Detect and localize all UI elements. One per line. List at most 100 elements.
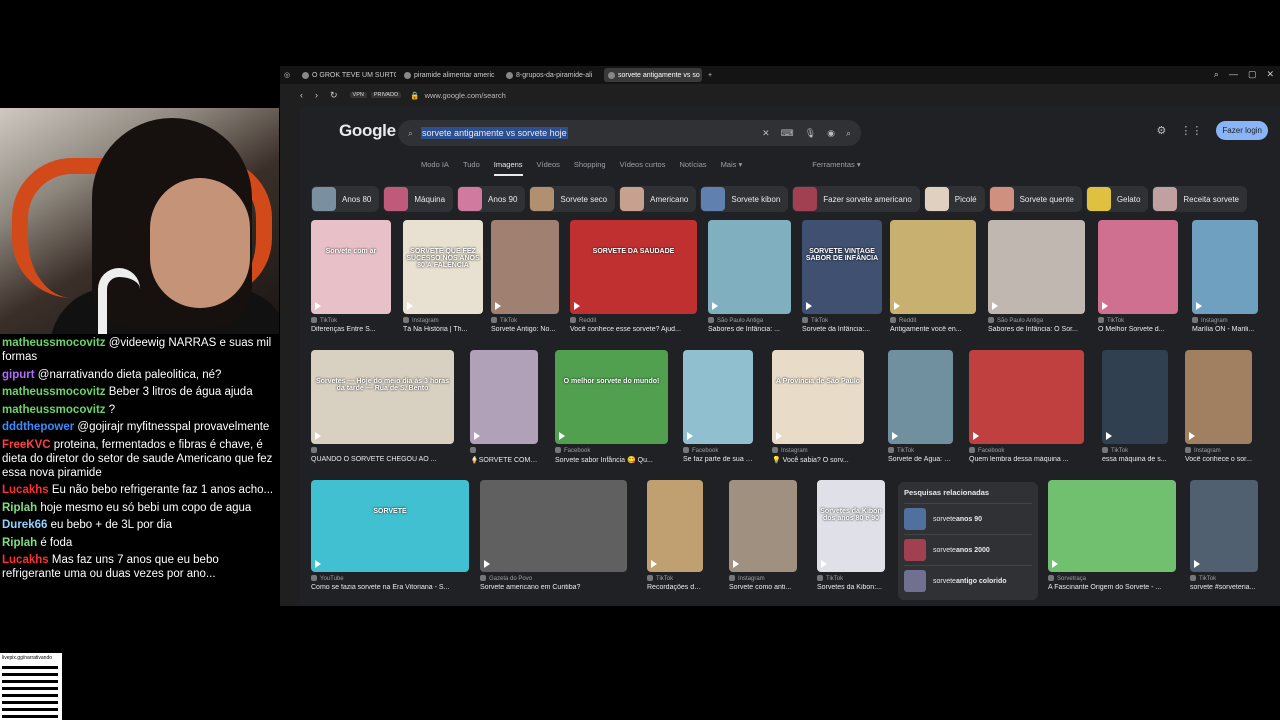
search-tabs-icon[interactable]: ⌕	[1214, 69, 1219, 80]
result-title[interactable]: Você conhece o sor...	[1185, 456, 1252, 463]
chat-username[interactable]: Durek66	[2, 519, 47, 531]
result-thumbnail[interactable]	[491, 220, 559, 314]
result-thumbnail[interactable]: SORVETE VINTAGE SABOR DE INFÂNCIA	[802, 220, 882, 314]
refine-chip[interactable]: Anos 80	[311, 186, 380, 212]
result-title[interactable]: Como se fazia sorvete na Era Vitoriana -…	[311, 584, 469, 591]
back-icon[interactable]: ‹	[300, 90, 303, 100]
google-logo[interactable]: Google	[339, 121, 396, 141]
url-field[interactable]: www.google.com/search	[425, 91, 506, 100]
result-thumbnail[interactable]	[890, 220, 976, 314]
refine-chip[interactable]: Gelato	[1085, 186, 1149, 212]
image-result[interactable]: TikTok Recordações de S...	[647, 480, 703, 591]
result-thumbnail[interactable]: Sorvetes — Hoje do meio dia às 3 horas d…	[311, 350, 454, 444]
browser-menu-icon[interactable]: ◎	[280, 71, 294, 79]
image-result[interactable]: Gazeta do Povo Sorvete americano em Curit…	[480, 480, 627, 591]
result-thumbnail[interactable]	[1192, 220, 1258, 314]
result-thumbnail[interactable]	[1185, 350, 1252, 444]
result-title[interactable]: essa máquina de s...	[1102, 456, 1168, 463]
image-result[interactable]: Instagram Você conhece o sor...	[1185, 350, 1252, 463]
result-title[interactable]: Sorvete da Infância:...	[802, 326, 882, 333]
mic-icon[interactable]: 🎙	[805, 128, 816, 139]
image-result[interactable]: Facebook Quem lembra dessa máquina ...	[969, 350, 1084, 463]
result-title[interactable]: O Melhor Sorvete d...	[1098, 326, 1178, 333]
refine-chip[interactable]: Receita sorvete	[1152, 186, 1247, 212]
result-title[interactable]: 🍦SORVETE COM ...	[470, 456, 538, 464]
chat-username[interactable]: matheussmocovitz	[2, 337, 106, 349]
result-title[interactable]: Você conhece esse sorvete? Ajud...	[570, 326, 697, 333]
result-thumbnail[interactable]: SORVETE DA SAUDADE	[570, 220, 697, 314]
search-tab[interactable]: Shopping	[574, 160, 606, 176]
image-result[interactable]: TikTok Sorvete Antigo: No...	[491, 220, 559, 333]
image-result[interactable]: Sorvetraça A Fascinante Origem do Sorvete…	[1048, 480, 1176, 591]
image-result[interactable]: TikTok sorvete #sorveteria...	[1190, 480, 1258, 591]
search-tab[interactable]: Ferramentas ▾	[812, 160, 860, 176]
image-result[interactable]: Sorvetes da Kibon dos anos 80 e 90 TikTok…	[817, 480, 885, 591]
result-thumbnail[interactable]	[683, 350, 753, 444]
result-title[interactable]: Sorvete de Água: N...	[888, 456, 953, 463]
result-thumbnail[interactable]	[1102, 350, 1168, 444]
result-thumbnail[interactable]	[470, 350, 538, 444]
image-result[interactable]: São Paulo Antiga Sabores de Infância: O S…	[988, 220, 1085, 333]
result-title[interactable]: Sabores de Infância: O Sor...	[988, 326, 1085, 333]
search-tab[interactable]: Tudo	[463, 160, 480, 176]
related-item[interactable]: sorvete anos 2000	[904, 534, 1032, 565]
refine-chip[interactable]: Fazer sorvete americano	[792, 186, 920, 212]
refine-chip[interactable]: Picolé	[923, 186, 985, 212]
lens-icon[interactable]: ◉	[827, 128, 835, 139]
result-thumbnail[interactable]: A Província de São Paulo	[772, 350, 864, 444]
chat-username[interactable]: Riplah	[2, 537, 37, 549]
result-thumbnail[interactable]: SORVETE QUE FEZ SUCESSO NOS ANOS 80 À FA…	[403, 220, 483, 314]
chat-username[interactable]: gipurt	[2, 369, 35, 381]
chat-username[interactable]: Riplah	[2, 502, 37, 514]
image-result[interactable]: SORVETE YouTube Como se fazia sorvete na E…	[311, 480, 469, 591]
result-title[interactable]: Recordações de S...	[647, 584, 703, 591]
image-result[interactable]: Sorvete com ar TikTok Diferenças Entre S..…	[311, 220, 391, 333]
image-result[interactable]: Reddit Antigamente você en...	[890, 220, 976, 333]
reload-icon[interactable]: ↻	[330, 90, 338, 101]
result-thumbnail[interactable]	[969, 350, 1084, 444]
result-title[interactable]: Sorvete americano em Curitiba?	[480, 584, 627, 591]
chat-username[interactable]: matheussmocovitz	[2, 404, 106, 416]
search-tab[interactable]: Imagens	[493, 160, 523, 176]
result-thumbnail[interactable]	[1048, 480, 1176, 572]
image-result[interactable]: SORVETE VINTAGE SABOR DE INFÂNCIA TikTok S…	[802, 220, 882, 333]
result-thumbnail[interactable]: O melhor sorvete do mundo!	[555, 350, 668, 444]
image-result[interactable]: Instagram Marília ON - Marili...	[1192, 220, 1258, 333]
search-box[interactable]: ⌕ sorvete antigamente vs sorvete hoje ✕ …	[398, 120, 861, 146]
login-button[interactable]: Fazer login	[1216, 121, 1268, 140]
image-result[interactable]: 🍦SORVETE COM ...	[470, 350, 538, 464]
browser-tab[interactable]: sorvete antigamente vs so	[604, 68, 702, 82]
result-thumbnail[interactable]	[480, 480, 627, 572]
related-item[interactable]: sorvete anos 90	[904, 503, 1032, 534]
search-tab[interactable]: Mais ▾	[721, 160, 743, 176]
search-submit-icon[interactable]: ⌕	[846, 128, 851, 139]
image-result[interactable]: TikTok essa máquina de s...	[1102, 350, 1168, 463]
chat-username[interactable]: Lucakhs	[2, 554, 49, 566]
result-thumbnail[interactable]	[988, 220, 1085, 314]
result-title[interactable]: Diferenças Entre S...	[311, 326, 391, 333]
chat-username[interactable]: FreeKVC	[2, 439, 51, 451]
apps-icon[interactable]: ⋮⋮	[1180, 124, 1202, 137]
result-title[interactable]: Sorvete como anti...	[729, 584, 797, 591]
image-result[interactable]: SORVETE DA SAUDADE Reddit Você conhece ess…	[570, 220, 697, 333]
refine-chip[interactable]: Sorvete kibon	[700, 186, 789, 212]
forward-icon[interactable]: ›	[315, 90, 318, 100]
vpn-badge[interactable]: VPN	[349, 92, 367, 98]
result-title[interactable]: Sorvete Antigo: No...	[491, 326, 559, 333]
result-title[interactable]: Marília ON - Marili...	[1192, 326, 1258, 333]
browser-tab[interactable]: O GROK TEVE UM SURTO	[298, 68, 396, 82]
result-thumbnail[interactable]	[647, 480, 703, 572]
result-thumbnail[interactable]	[1190, 480, 1258, 572]
result-thumbnail[interactable]: SORVETE	[311, 480, 469, 572]
result-title[interactable]: Tá Na História | Th...	[403, 326, 483, 333]
refine-chip[interactable]: Americano	[619, 186, 697, 212]
image-result[interactable]: O melhor sorvete do mundo! Facebook Sorvet…	[555, 350, 668, 464]
minimize-button[interactable]: —	[1229, 69, 1238, 80]
refine-chip[interactable]: Sorvete seco	[529, 186, 616, 212]
result-thumbnail[interactable]: Sorvetes da Kibon dos anos 80 e 90	[817, 480, 885, 572]
related-item[interactable]: sorvete antigo colorido	[904, 565, 1032, 596]
new-tab-button[interactable]: +	[708, 72, 712, 79]
settings-icon[interactable]: ⚙	[1157, 124, 1167, 137]
result-title[interactable]: Quem lembra dessa máquina ...	[969, 456, 1084, 463]
image-result[interactable]: A Província de São Paulo Instagram 💡 Você …	[772, 350, 864, 464]
